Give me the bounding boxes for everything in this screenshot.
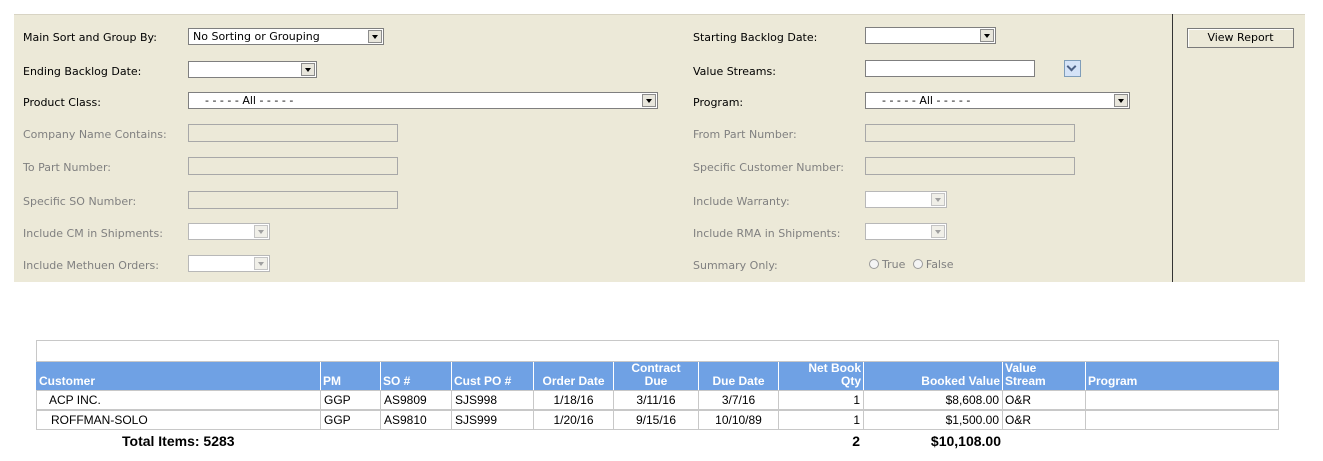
cell-booked-value: $8,608.00	[864, 391, 1003, 409]
cell-cust-po: SJS999	[452, 411, 534, 429]
program-value: - - - - - All - - - - -	[882, 94, 971, 107]
view-report-button[interactable]: View Report	[1187, 28, 1294, 48]
col-value-stream[interactable]: Value Stream	[1003, 362, 1086, 390]
include-cm-label: Include CM in Shipments:	[23, 227, 163, 240]
col-pm[interactable]: PM	[321, 362, 381, 390]
panel-divider	[1172, 14, 1173, 282]
cell-booked-value: $1,500.00	[864, 411, 1003, 429]
summary-true-label: True	[882, 258, 906, 271]
cell-net-book-qty: 1	[779, 411, 864, 429]
cell-customer: ROFFMAN-SOLO	[37, 411, 321, 429]
chevron-down-icon[interactable]	[931, 193, 945, 206]
report-table: Customer PM SO # Cust PO # Order Date Co…	[36, 340, 1279, 433]
starting-backlog-select[interactable]	[865, 27, 996, 44]
product-class-select[interactable]: - - - - - All - - - - -	[188, 92, 658, 109]
col-net-book-qty[interactable]: Net Book Qty	[779, 362, 864, 390]
program-select[interactable]: - - - - - All - - - - -	[865, 92, 1130, 109]
cell-order-date: 1/20/16	[534, 411, 614, 429]
cell-cust-po: SJS998	[452, 391, 534, 409]
col-so[interactable]: SO #	[381, 362, 452, 390]
cell-pm: GGP	[321, 391, 381, 409]
main-sort-select[interactable]: No Sorting or Grouping	[188, 28, 384, 45]
include-rma-select[interactable]	[865, 223, 947, 240]
col-order-date[interactable]: Order Date	[534, 362, 614, 390]
cell-so: AS9809	[381, 391, 452, 409]
company-name-label: Company Name Contains:	[23, 128, 167, 141]
col-program[interactable]: Program	[1086, 362, 1280, 390]
company-name-input[interactable]	[188, 124, 398, 142]
summary-false-label: False	[925, 258, 954, 271]
cell-contract-due: 9/15/16	[614, 411, 699, 429]
cell-so: AS9810	[381, 411, 452, 429]
value-streams-select[interactable]	[865, 60, 1035, 77]
cell-net-book-qty: 1	[779, 391, 864, 409]
specific-so-label: Specific SO Number:	[23, 195, 137, 208]
total-booked-value: $10,108.00	[930, 433, 1001, 449]
from-part-label: From Part Number:	[693, 128, 797, 141]
product-class-value: - - - - - All - - - - -	[205, 94, 294, 107]
program-label: Program:	[693, 96, 744, 109]
ending-backlog-select[interactable]	[188, 61, 317, 78]
specific-so-input[interactable]	[188, 191, 398, 209]
product-class-label: Product Class:	[23, 96, 101, 109]
summary-true-radio[interactable]	[869, 259, 879, 269]
chevron-down-icon[interactable]	[642, 94, 656, 107]
to-part-input[interactable]	[188, 157, 398, 175]
table-header: Customer PM SO # Cust PO # Order Date Co…	[36, 362, 1279, 390]
cell-program	[1086, 391, 1278, 409]
chevron-down-icon[interactable]	[368, 30, 382, 43]
chevron-down-icon[interactable]	[1064, 60, 1081, 77]
cell-due-date: 10/10/89	[699, 411, 779, 429]
summary-only-radio-group: True False	[869, 258, 954, 271]
include-rma-label: Include RMA in Shipments:	[693, 227, 841, 240]
main-sort-label: Main Sort and Group By:	[23, 31, 157, 44]
specific-customer-label: Specific Customer Number:	[693, 161, 844, 174]
col-customer[interactable]: Customer	[37, 362, 321, 390]
chevron-down-icon[interactable]	[254, 225, 268, 238]
from-part-input[interactable]	[865, 124, 1075, 142]
ending-backlog-label: Ending Backlog Date:	[23, 65, 142, 78]
main-sort-value: No Sorting or Grouping	[193, 30, 320, 43]
cell-value-stream: O&R	[1003, 391, 1086, 409]
chevron-down-icon[interactable]	[980, 29, 994, 42]
cell-order-date: 1/18/16	[534, 391, 614, 409]
include-methuen-label: Include Methuen Orders:	[23, 259, 159, 272]
summary-false-radio[interactable]	[912, 259, 923, 269]
col-cust-po[interactable]: Cust PO #	[452, 362, 534, 390]
include-cm-select[interactable]	[188, 223, 270, 240]
cell-program	[1086, 411, 1278, 429]
include-warranty-label: Include Warranty:	[693, 195, 790, 208]
col-booked-value[interactable]: Booked Value	[864, 362, 1003, 390]
value-streams-label: Value Streams:	[693, 65, 776, 78]
cell-due-date: 3/7/16	[699, 391, 779, 409]
col-contract-due[interactable]: Contract Due	[614, 362, 699, 390]
report-title-bar	[36, 340, 1279, 362]
include-methuen-select[interactable]	[188, 255, 270, 272]
starting-backlog-label: Starting Backlog Date:	[693, 31, 818, 44]
include-warranty-select[interactable]	[865, 191, 947, 208]
cell-customer: ACP INC.	[37, 391, 321, 409]
summary-only-label: Summary Only:	[693, 259, 778, 272]
cell-pm: GGP	[321, 411, 381, 429]
col-due-date[interactable]: Due Date	[699, 362, 779, 390]
total-items-label: Total Items: 5283	[122, 433, 235, 449]
chevron-down-icon[interactable]	[301, 63, 315, 76]
chevron-down-icon[interactable]	[931, 225, 945, 238]
cell-value-stream: O&R	[1003, 411, 1086, 429]
total-net-book-qty: 2	[852, 433, 860, 449]
specific-customer-input[interactable]	[865, 157, 1075, 175]
table-row[interactable]: ACP INC. GGP AS9809 SJS998 1/18/16 3/11/…	[36, 390, 1279, 410]
filter-panel	[14, 14, 1305, 282]
to-part-label: To Part Number:	[23, 161, 111, 174]
chevron-down-icon[interactable]	[1114, 94, 1128, 107]
table-row[interactable]: ROFFMAN-SOLO GGP AS9810 SJS999 1/20/16 9…	[36, 410, 1279, 430]
cell-contract-due: 3/11/16	[614, 391, 699, 409]
chevron-down-icon[interactable]	[254, 257, 268, 270]
